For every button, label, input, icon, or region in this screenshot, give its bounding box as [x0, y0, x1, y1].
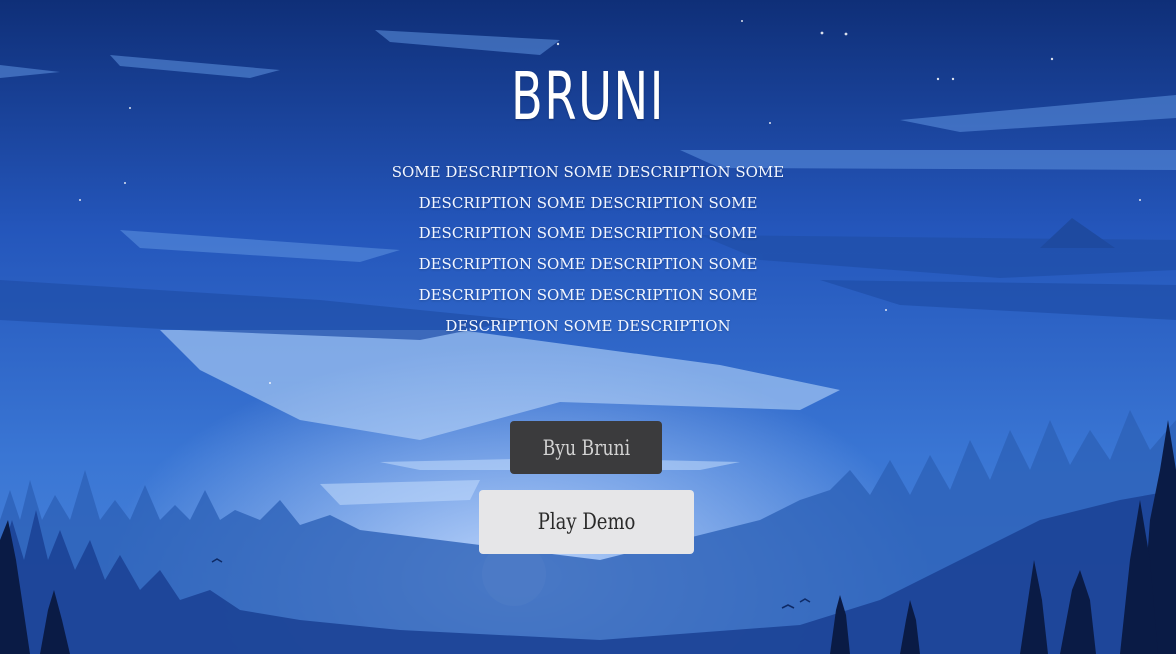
play-demo-button[interactable]: Play Demo [479, 490, 694, 554]
buy-button-label: Byu Bruni [542, 435, 630, 460]
buy-button[interactable]: Byu Bruni [510, 421, 662, 474]
hero-description: SOME DESCRIPTION SOME DESCRIPTION SOME D… [391, 163, 785, 335]
page-title: BRUNI [511, 58, 665, 135]
play-demo-button-label: Play Demo [537, 509, 636, 535]
